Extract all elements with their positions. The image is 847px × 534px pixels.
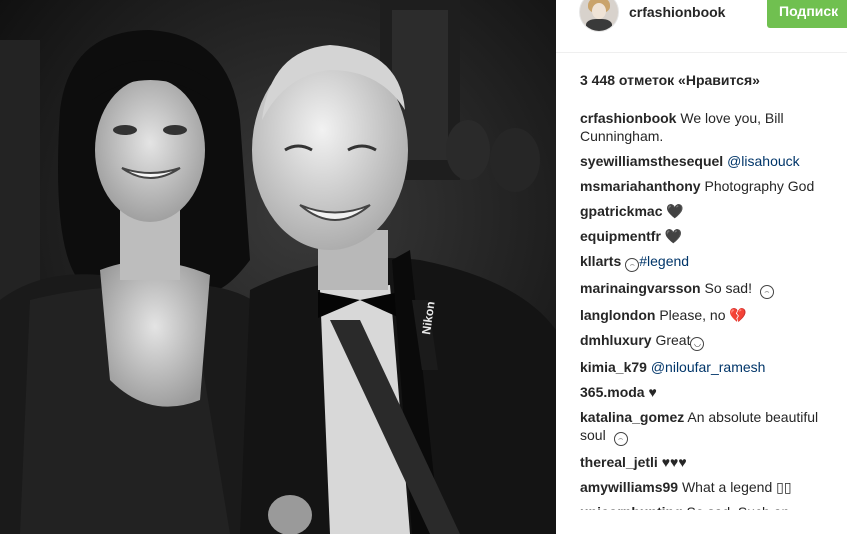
comment-mention-link[interactable]: @niloufar_ramesh — [647, 359, 766, 375]
post-photo[interactable]: Nikon — [0, 0, 556, 534]
comment-username[interactable]: crfashionbook — [580, 110, 676, 126]
comment-item: marinaingvarsson So sad! ⌢ — [580, 279, 836, 299]
comment-username[interactable]: langlondon — [580, 307, 655, 323]
comment-item: kimia_k79 @niloufar_ramesh — [580, 358, 836, 376]
comment-text: Photography God — [700, 178, 815, 194]
comment-item: langlondon Please, no 💔 — [580, 306, 836, 324]
comment-item: msmariahanthony Photography God — [580, 177, 836, 195]
comment-username[interactable]: gpatrickmac — [580, 203, 662, 219]
sad-face-icon: ⌢ — [613, 432, 628, 446]
comment-text: What a legend ▯▯ — [678, 479, 792, 495]
comment-username[interactable]: kimia_k79 — [580, 359, 647, 375]
comment-username[interactable]: kllarts — [580, 253, 621, 269]
comments-fade — [556, 510, 847, 534]
comments-list: crfashionbook We love you, Bill Cunningh… — [580, 109, 836, 528]
comment-item: dmhluxury Great ◡ — [580, 331, 836, 351]
follow-button[interactable]: Подписк — [767, 0, 847, 28]
likes-count[interactable]: 3 448 отметок «Нравится» — [580, 72, 760, 88]
comment-text: ♥♥♥ — [657, 454, 687, 470]
comment-text: ♥ — [644, 384, 657, 400]
comment-item: thereal_jetli ♥♥♥ — [580, 453, 836, 471]
post-owner-username[interactable]: crfashionbook — [629, 4, 725, 20]
comment-item: kllarts ⌢ #legend — [580, 252, 836, 272]
sad-face-icon: ⌢ — [625, 258, 640, 272]
comment-username[interactable]: amywilliams99 — [580, 479, 678, 495]
avatar-face — [592, 3, 606, 19]
comment-text: 🖤 — [662, 203, 684, 219]
comment-text: Great — [651, 332, 691, 348]
comment-username[interactable]: katalina_gomez — [580, 409, 684, 425]
sad-face-icon: ⌢ — [759, 285, 774, 299]
comment-username[interactable]: 365.moda — [580, 384, 645, 400]
comment-text: Please, no 💔 — [655, 307, 747, 323]
comment-username[interactable]: equipmentfr — [580, 228, 661, 244]
comment-item: gpatrickmac 🖤 — [580, 202, 836, 220]
comment-username[interactable]: thereal_jetli — [580, 454, 658, 470]
comment-hashtag-link[interactable]: #legend — [639, 253, 689, 269]
comment-username[interactable]: dmhluxury — [580, 332, 652, 348]
comment-item: crfashionbook We love you, Bill Cunningh… — [580, 109, 836, 145]
post-sidebar: crfashionbook Подписк 3 448 отметок «Нра… — [556, 0, 847, 534]
post-photo-image: Nikon — [0, 0, 556, 534]
post-header: crfashionbook Подписк — [556, 0, 847, 53]
comment-item: amywilliams99 What a legend ▯▯ — [580, 478, 836, 496]
comment-item: katalina_gomez An absolute beautiful sou… — [580, 408, 836, 446]
comment-item: 365.moda ♥ — [580, 383, 836, 401]
comment-item: syewilliamsthesequel @lisahouck — [580, 152, 836, 170]
comment-text: 🖤 — [660, 228, 683, 244]
smile-face-icon: ◡ — [690, 337, 705, 351]
comment-username[interactable]: syewilliamsthesequel — [580, 153, 723, 169]
comment-username[interactable]: marinaingvarsson — [580, 280, 701, 296]
comment-mention-link[interactable]: @lisahouck — [723, 153, 800, 169]
avatar-body — [586, 19, 612, 31]
comment-item: equipmentfr 🖤 — [580, 227, 836, 245]
comment-username[interactable]: msmariahanthony — [580, 178, 701, 194]
avatar[interactable] — [579, 0, 619, 32]
comment-text: So sad! — [700, 280, 756, 296]
